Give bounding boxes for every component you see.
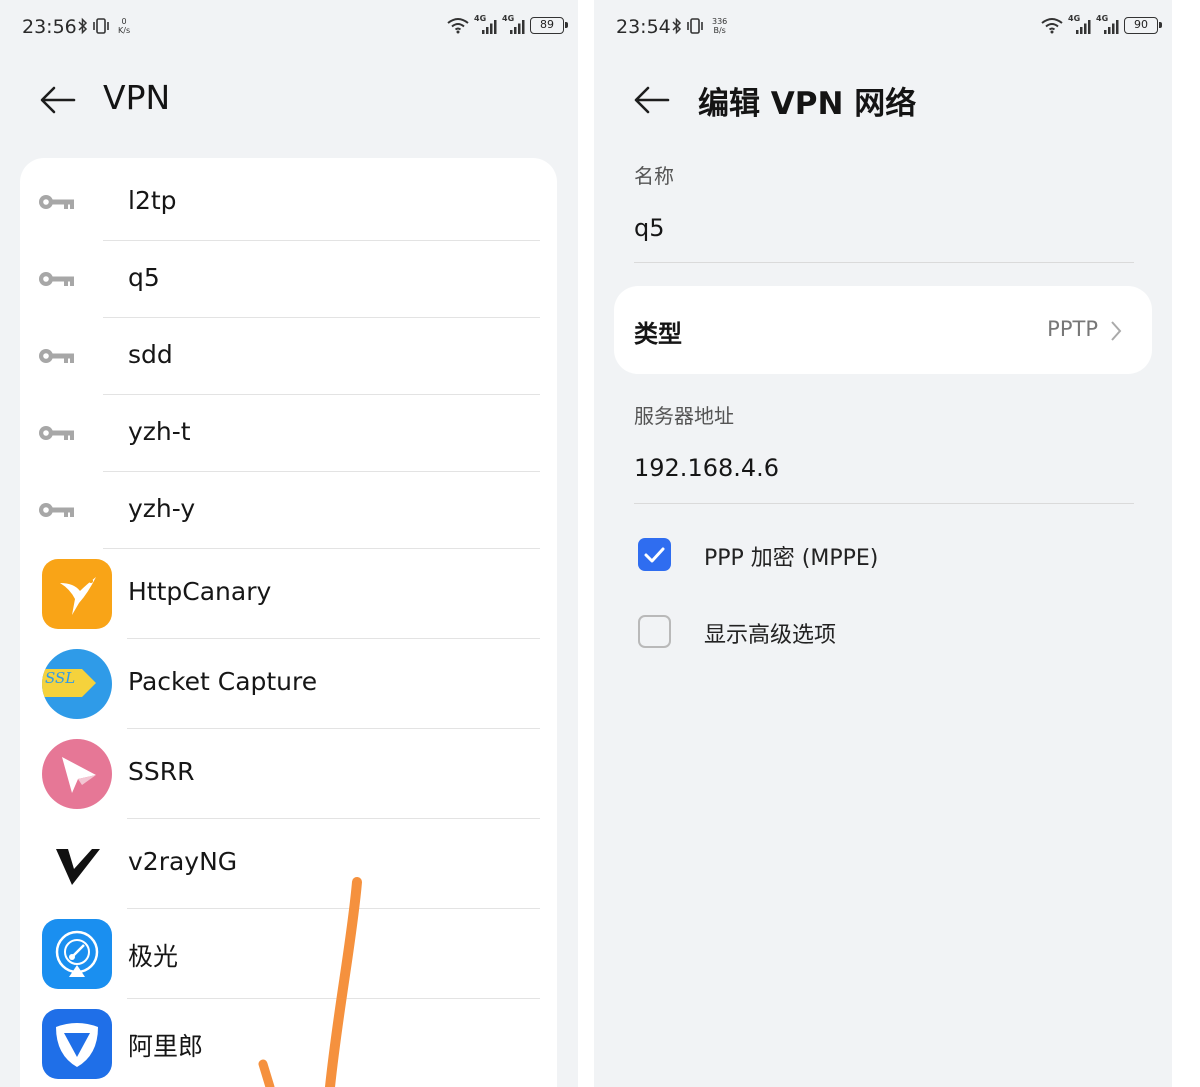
vpn-profile-item[interactable]: l2tp xyxy=(20,164,557,241)
vibrate-icon xyxy=(93,18,109,34)
battery-icon: 90 xyxy=(1124,16,1162,34)
vpn-profile-label: sdd xyxy=(128,340,173,369)
bluetooth-icon xyxy=(672,17,682,35)
jiguang-radar-icon xyxy=(42,919,112,989)
vpn-profile-item[interactable]: yzh-t xyxy=(20,395,557,472)
vpn-profile-label: yzh-y xyxy=(128,494,196,523)
type-value: PPTP xyxy=(1047,317,1098,341)
wifi-icon xyxy=(1041,18,1063,34)
battery-icon: 89 xyxy=(530,16,568,34)
vpn-profile-item[interactable]: yzh-y xyxy=(20,472,557,549)
key-icon xyxy=(39,426,74,440)
name-field-underline xyxy=(634,262,1134,263)
edit-vpn-screen: 23:54 336 B/s 4G 4G 90 编辑 VPN 网络 名称 q5 类型… xyxy=(594,0,1172,1087)
svg-text:SSL: SSL xyxy=(45,669,75,687)
back-arrow-icon[interactable] xyxy=(632,80,672,120)
advanced-options-option[interactable]: 显示高级选项 xyxy=(638,611,938,651)
vpn-profile-item[interactable]: sdd xyxy=(20,318,557,395)
v-logo-icon xyxy=(42,829,112,899)
vpn-app-item[interactable]: SSRR xyxy=(20,729,557,819)
vpn-profile-label: l2tp xyxy=(128,186,177,215)
alilang-shield-icon xyxy=(42,1009,112,1079)
server-address-field[interactable]: 192.168.4.6 xyxy=(634,454,779,482)
status-bar: 23:54 336 B/s 4G 4G 90 xyxy=(594,0,1172,56)
checkmark-icon xyxy=(644,547,665,563)
name-label: 名称 xyxy=(634,164,674,188)
vpn-app-item[interactable]: v2rayNG xyxy=(20,819,557,909)
status-icons-right: 4G 4G 89 xyxy=(446,14,568,34)
advanced-options-label: 显示高级选项 xyxy=(704,623,837,648)
ppp-encryption-label: PPP 加密 (MPPE) xyxy=(704,546,879,571)
status-time: 23:56 xyxy=(22,16,77,38)
vpn-app-label: SSRR xyxy=(128,757,195,786)
signal-icon: 4G xyxy=(1068,14,1092,34)
key-icon xyxy=(39,272,74,286)
signal-icon: 4G xyxy=(1096,14,1120,34)
name-field[interactable]: q5 xyxy=(634,214,665,242)
type-label: 类型 xyxy=(634,320,682,348)
back-arrow-icon[interactable] xyxy=(38,80,78,120)
type-selector[interactable]: 类型 PPTP xyxy=(614,286,1152,374)
status-icons-right: 4G 4G 90 xyxy=(1040,14,1162,34)
vpn-app-label: 阿里郎 xyxy=(128,1032,204,1061)
key-icon xyxy=(39,503,74,517)
status-icons-left: 336 B/s xyxy=(672,17,727,35)
network-speed: 0 K/s xyxy=(118,17,131,35)
page-title: 编辑 VPN 网络 xyxy=(698,86,917,122)
vpn-app-item[interactable]: SSL Packet Capture xyxy=(20,639,557,729)
vpn-app-label: v2rayNG xyxy=(128,847,238,876)
vpn-app-label: 极光 xyxy=(128,942,179,971)
vpn-profile-label: q5 xyxy=(128,263,160,292)
server-address-label: 服务器地址 xyxy=(634,404,734,428)
vpn-app-label: Packet Capture xyxy=(128,667,318,696)
advanced-options-checkbox[interactable] xyxy=(638,615,671,648)
httpcanary-bird-icon xyxy=(42,559,112,629)
status-icons-left: 0 K/s xyxy=(78,17,130,35)
vpn-list-card: l2tp q5 sdd yzh-t yzh-y HttpCanary SSL P… xyxy=(20,158,557,1087)
vpn-profile-label: yzh-t xyxy=(128,417,191,446)
status-time: 23:54 xyxy=(616,16,671,38)
ppp-encryption-option[interactable]: PPP 加密 (MPPE) xyxy=(638,534,938,574)
signal-icon: 4G xyxy=(474,14,498,34)
vpn-profile-item[interactable]: q5 xyxy=(20,241,557,318)
vpn-app-item[interactable]: HttpCanary xyxy=(20,549,557,639)
signal-icon: 4G xyxy=(502,14,526,34)
key-icon xyxy=(39,195,74,209)
status-bar: 23:56 0 K/s 4G 4G 89 xyxy=(0,0,578,56)
vpn-app-label: HttpCanary xyxy=(128,577,272,606)
key-icon xyxy=(39,349,74,363)
packet-capture-ssl-icon: SSL xyxy=(42,649,112,719)
network-speed: 336 B/s xyxy=(712,17,728,35)
bluetooth-icon xyxy=(78,17,88,35)
vpn-app-item[interactable]: 阿里郎 xyxy=(20,999,557,1087)
server-field-underline xyxy=(634,503,1134,504)
vpn-app-item[interactable]: 极光 xyxy=(20,909,557,999)
vpn-list-screen: 23:56 0 K/s 4G 4G 89 VPN l2tp q5 sdd yzh… xyxy=(0,0,578,1087)
page-title: VPN xyxy=(103,78,171,117)
chevron-right-icon xyxy=(1111,321,1122,341)
ppp-encryption-checkbox[interactable] xyxy=(638,538,671,571)
vibrate-icon xyxy=(687,18,703,34)
wifi-icon xyxy=(447,18,469,34)
paper-plane-icon xyxy=(42,739,112,809)
